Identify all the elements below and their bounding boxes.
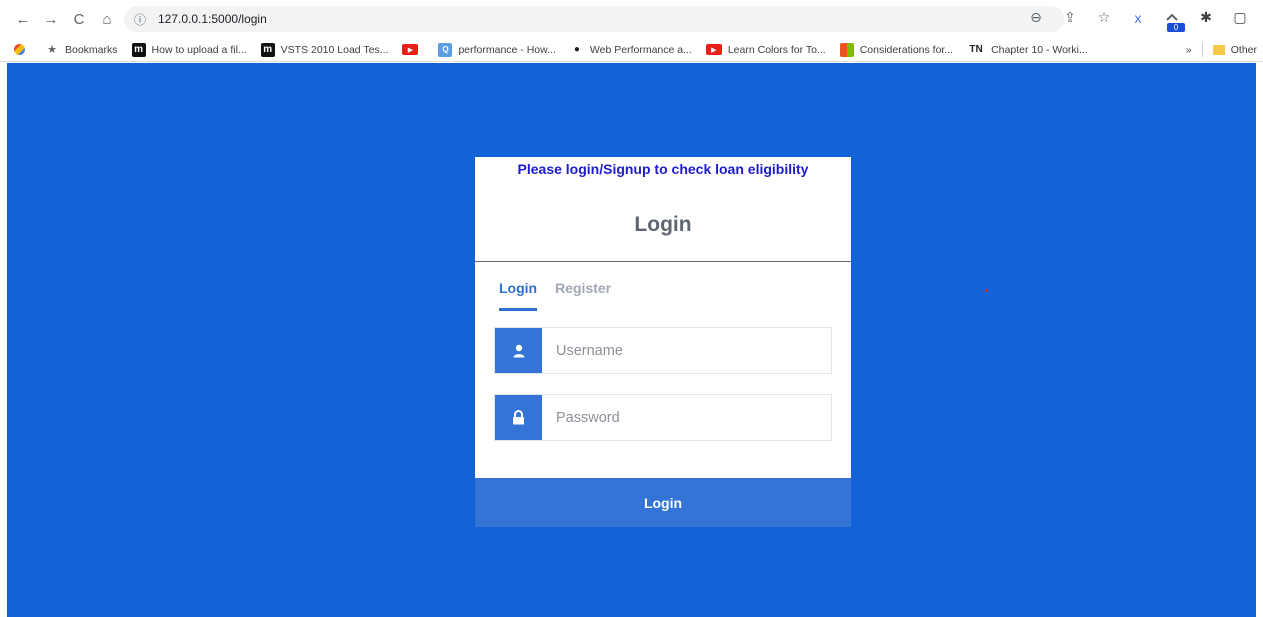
bookmark-item[interactable]: ■ Considerations for... <box>839 42 954 57</box>
microsoft-icon: ■ <box>839 42 854 57</box>
extension-counter-icon[interactable]: 0 <box>1163 10 1185 32</box>
bookmarks-bar: ★ Bookmarks m How to upload a fil... m V… <box>0 38 1263 62</box>
bookmark-star-icon[interactable]: ☆ <box>1095 9 1113 26</box>
auth-tabs: Login Register <box>475 280 851 311</box>
stackexchange-icon: Q <box>438 42 453 57</box>
apps-icon <box>14 44 25 55</box>
zoom-icon[interactable]: ⊖ <box>1027 9 1045 26</box>
title-divider <box>475 261 851 262</box>
bookmark-item[interactable]: m VSTS 2010 Load Tes... <box>260 42 389 57</box>
tab-register[interactable]: Register <box>555 280 611 311</box>
bookmark-item[interactable]: ▶ <box>402 44 424 55</box>
bookmark-label: VSTS 2010 Load Tes... <box>280 43 389 56</box>
nav-buttons: ← → C ⌂ <box>12 8 118 30</box>
forward-icon[interactable]: → <box>40 8 62 30</box>
folder-icon <box>1212 45 1225 55</box>
share-icon[interactable]: ⇪ <box>1061 9 1079 26</box>
m-logo-icon: m <box>260 42 275 57</box>
youtube-icon: ▶ <box>705 44 722 55</box>
bookmark-item[interactable]: m How to upload a fil... <box>131 42 247 57</box>
page-background: Please login/Signup to check loan eligib… <box>7 63 1256 617</box>
login-submit-button[interactable]: Login <box>475 478 851 527</box>
back-icon[interactable]: ← <box>12 8 34 30</box>
bookmark-label: How to upload a fil... <box>151 43 247 56</box>
password-field <box>494 394 832 441</box>
card-title: Login <box>634 213 692 236</box>
youtube-icon: ▶ <box>402 44 419 55</box>
address-url[interactable]: 127.0.0.1:5000/login <box>158 12 267 26</box>
reload-icon[interactable]: C <box>68 8 90 30</box>
caret-icon <box>1166 13 1178 21</box>
bookmark-label: Bookmarks <box>65 43 118 56</box>
username-input[interactable] <box>542 328 831 373</box>
user-icon <box>495 328 542 373</box>
browser-toolbar: ← → C ⌂ ⓘ 127.0.0.1:5000/login ⊖ ⇪ ☆ x 0… <box>0 0 1263 38</box>
bookmark-label: Considerations for... <box>859 43 954 56</box>
bookmark-item[interactable]: Q performance - How... <box>438 42 556 57</box>
m-logo-icon: m <box>131 42 146 57</box>
site-info-icon[interactable]: ⓘ <box>134 11 152 28</box>
tn-icon: TN <box>969 44 983 55</box>
side-panel-icon[interactable]: ▢ <box>1231 9 1249 26</box>
address-bar[interactable]: ⓘ 127.0.0.1:5000/login <box>124 6 1064 32</box>
username-field <box>494 327 832 374</box>
star-icon: ★ <box>47 44 57 56</box>
other-bookmarks[interactable]: Other <box>1212 44 1257 56</box>
toolbar-right-icons: ⊖ ⇪ ☆ x 0 ✱ ▢ <box>1027 9 1249 32</box>
tab-login[interactable]: Login <box>499 280 538 311</box>
web-perf-icon: ● <box>573 44 580 55</box>
other-bookmarks-label: Other <box>1230 44 1257 56</box>
lock-icon <box>495 395 542 440</box>
extensions-puzzle-icon[interactable]: ✱ <box>1197 9 1215 26</box>
login-notice: Please login/Signup to check loan eligib… <box>517 161 809 177</box>
home-icon[interactable]: ⌂ <box>96 8 118 30</box>
bookmark-label: Chapter 10 - Worki... <box>991 43 1088 56</box>
extension-badge: 0 <box>1167 22 1185 32</box>
password-input[interactable] <box>542 395 831 440</box>
bookmark-item[interactable]: TN Chapter 10 - Worki... <box>967 43 1088 57</box>
bookmark-apps[interactable] <box>14 44 31 55</box>
bookmark-item[interactable]: ● Web Performance a... <box>570 43 692 57</box>
bookmarks-separator <box>1201 43 1203 57</box>
more-bookmarks-icon[interactable]: » <box>1186 44 1192 56</box>
bookmark-item[interactable]: ★ Bookmarks <box>45 43 118 57</box>
login-card: Please login/Signup to check loan eligib… <box>475 157 851 527</box>
bookmark-item[interactable]: ▶ Learn Colors for To... <box>705 43 826 56</box>
bookmark-label: performance - How... <box>458 43 556 56</box>
bookmarks-right: » Other <box>1186 38 1257 62</box>
bookmark-label: Learn Colors for To... <box>727 43 826 56</box>
extension-x-icon[interactable]: x <box>1129 10 1147 26</box>
stray-dot <box>985 289 988 292</box>
bookmark-label: Web Performance a... <box>589 43 692 56</box>
